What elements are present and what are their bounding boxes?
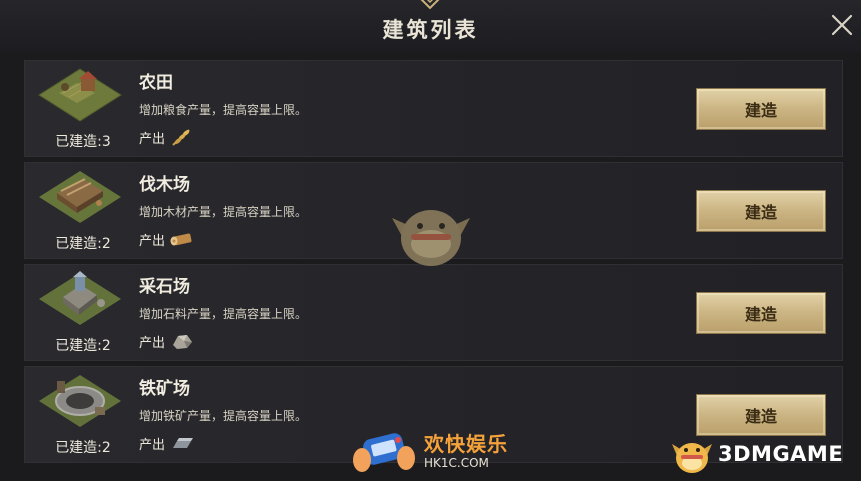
wheat-icon bbox=[172, 129, 190, 146]
output-line: 产出 bbox=[139, 331, 195, 351]
3dmgame-watermark: 3DMGAME bbox=[668, 430, 853, 478]
gamepad-hands-icon bbox=[353, 433, 415, 472]
building-description: 增加铁矿产量，提高容量上限。 bbox=[139, 409, 308, 423]
3dmgame-watermark-text: 3DMGAME bbox=[718, 442, 844, 466]
stone-icon bbox=[173, 335, 193, 349]
building-row-farm: 已建造:3 农田 增加粮食产量，提高容量上限。 产出 建造 bbox=[24, 60, 843, 157]
iron-mine-thumbnail-icon bbox=[39, 375, 121, 427]
hk1c-watermark: 欢快娱乐 HK1C.COM bbox=[352, 424, 512, 478]
built-count: 已建造:2 bbox=[55, 236, 111, 252]
output-line: 产出 bbox=[139, 127, 195, 147]
output-label: 产出 bbox=[139, 131, 166, 147]
building-description: 增加粮食产量，提高容量上限。 bbox=[139, 103, 308, 117]
quarry-thumbnail-icon bbox=[39, 271, 121, 325]
output-label: 产出 bbox=[139, 233, 166, 249]
title-bar: 建筑列表 bbox=[0, 0, 861, 52]
built-count: 已建造:2 bbox=[55, 440, 111, 456]
building-name: 伐木场 bbox=[139, 175, 190, 195]
output-label: 产出 bbox=[139, 335, 166, 351]
building-description: 增加木材产量，提高容量上限。 bbox=[139, 205, 308, 219]
3dm-mascot-icon bbox=[672, 443, 712, 473]
output-line: 产出 bbox=[139, 433, 195, 453]
building-name: 铁矿场 bbox=[139, 379, 190, 399]
build-button[interactable]: 建造 bbox=[696, 88, 826, 130]
wood-log-icon bbox=[170, 233, 192, 246]
mascot-watermark-icon bbox=[392, 210, 470, 266]
output-line: 产出 bbox=[139, 229, 195, 249]
building-row-quarry: 已建造:2 采石场 增加石料产量，提高容量上限。 产出 建造 bbox=[24, 264, 843, 361]
farm-thumbnail-icon bbox=[38, 68, 122, 122]
building-description: 增加石料产量，提高容量上限。 bbox=[139, 307, 308, 321]
build-button[interactable]: 建造 bbox=[696, 292, 826, 334]
output-label: 产出 bbox=[139, 437, 166, 453]
iron-ingot-icon bbox=[173, 438, 194, 448]
window-title: 建筑列表 bbox=[382, 17, 479, 42]
hk1c-watermark-title: 欢快娱乐 bbox=[424, 432, 508, 456]
build-button[interactable]: 建造 bbox=[696, 190, 826, 232]
built-count: 已建造:2 bbox=[55, 338, 111, 354]
building-name: 农田 bbox=[139, 73, 173, 93]
ornament-icon bbox=[420, 0, 440, 10]
lumber-mill-thumbnail-icon bbox=[39, 171, 121, 223]
building-name: 采石场 bbox=[139, 277, 190, 297]
built-count: 已建造:3 bbox=[55, 134, 111, 150]
hk1c-watermark-url: HK1C.COM bbox=[424, 456, 489, 470]
close-icon[interactable] bbox=[829, 12, 855, 38]
